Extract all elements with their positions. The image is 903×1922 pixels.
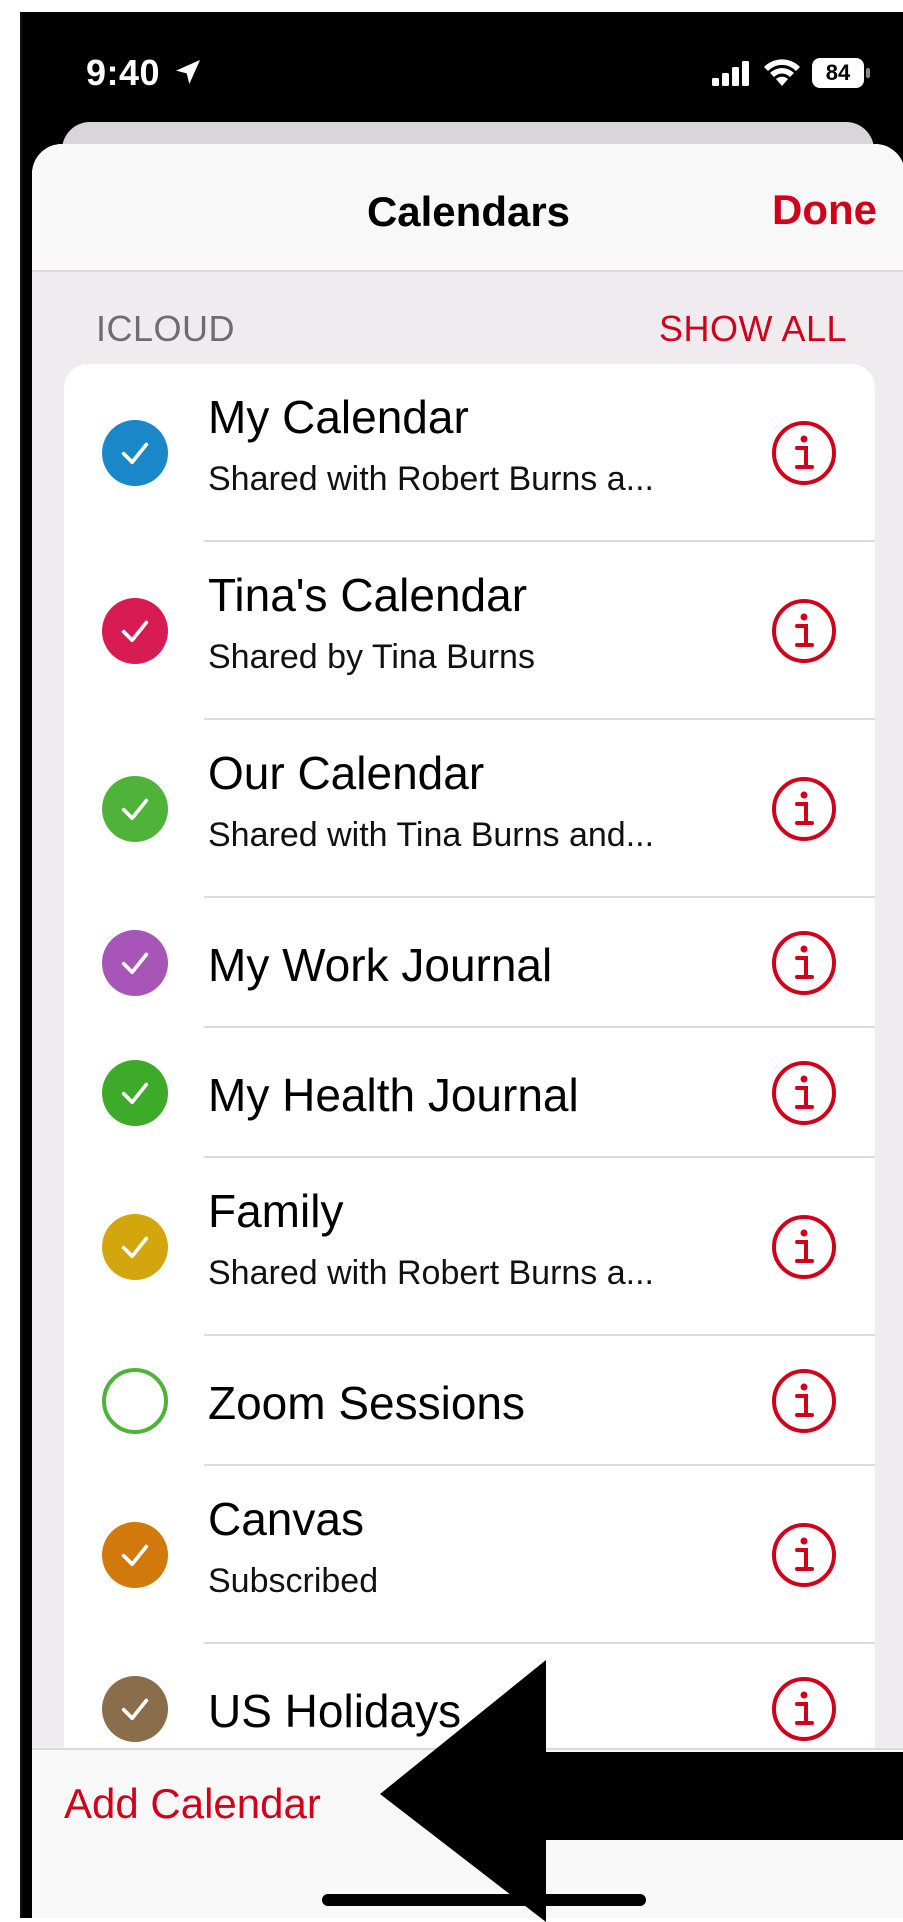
info-button[interactable]	[771, 598, 837, 664]
checkmark-circle-icon[interactable]	[102, 1214, 168, 1280]
location-arrow-icon	[176, 60, 200, 84]
cellular-signal-icon	[712, 61, 749, 86]
info-icon	[772, 931, 836, 995]
status-bar: 9:40 84	[22, 12, 903, 132]
status-time: 9:40	[86, 52, 161, 93]
info-button[interactable]	[771, 1368, 837, 1434]
checkmark-circle-icon[interactable]	[102, 776, 168, 842]
empty-circle-icon[interactable]	[102, 1368, 168, 1434]
info-button[interactable]	[771, 420, 837, 486]
battery-level: 84	[812, 58, 864, 88]
show-all-button[interactable]: SHOW ALL	[659, 308, 847, 350]
calendar-row[interactable]: My Work Journal	[64, 898, 875, 1028]
calendar-title: My Health Journal	[208, 1069, 579, 1121]
info-icon	[772, 1061, 836, 1125]
arrow-annotation-icon	[380, 1660, 903, 1922]
checkmark-circle-icon[interactable]	[102, 420, 168, 486]
checkmark-circle-icon[interactable]	[102, 1522, 168, 1588]
calendar-subtitle: Subscribed	[208, 1562, 379, 1600]
calendar-title: My Work Journal	[208, 939, 553, 991]
calendar-row[interactable]: Canvas Subscribed	[64, 1466, 875, 1644]
info-icon	[772, 421, 836, 485]
calendar-title: Our Calendar	[208, 747, 485, 799]
add-calendar-button[interactable]: Add Calendar	[64, 1780, 321, 1828]
calendar-subtitle: Shared with Tina Burns and...	[208, 816, 655, 854]
checkmark-circle-icon[interactable]	[102, 598, 168, 664]
calendar-subtitle: Shared with Robert Burns a...	[208, 1254, 655, 1292]
info-icon	[772, 1215, 836, 1279]
done-button[interactable]: Done	[772, 186, 877, 234]
calendar-subtitle: Shared by Tina Burns	[208, 638, 535, 676]
calendar-title: Family	[208, 1185, 344, 1237]
info-icon	[772, 1523, 836, 1587]
info-icon	[772, 599, 836, 663]
calendar-row[interactable]: Tina's Calendar Shared by Tina Burns	[64, 542, 875, 720]
info-icon	[772, 777, 836, 841]
battery-tip	[866, 68, 870, 78]
checkmark-circle-icon[interactable]	[102, 1060, 168, 1126]
calendar-row[interactable]: Zoom Sessions	[64, 1336, 875, 1466]
info-button[interactable]	[771, 776, 837, 842]
info-button[interactable]	[771, 930, 837, 996]
calendar-title: Zoom Sessions	[208, 1377, 526, 1429]
info-button[interactable]	[771, 1060, 837, 1126]
checkmark-circle-icon[interactable]	[102, 930, 168, 996]
battery-indicator: 84	[812, 58, 870, 88]
wifi-icon	[764, 59, 800, 86]
phone-screen: 9:40 84 Calendars Done ICLOUD SHOW ALL M…	[20, 12, 903, 1918]
calendar-title: Tina's Calendar	[208, 569, 528, 621]
calendar-row[interactable]: Family Shared with Robert Burns a...	[64, 1158, 875, 1336]
calendar-row[interactable]: My Calendar Shared with Robert Burns a...	[64, 364, 875, 542]
calendar-subtitle: Shared with Robert Burns a...	[208, 460, 655, 498]
info-button[interactable]	[771, 1214, 837, 1280]
nav-bar: Calendars Done	[32, 144, 903, 272]
calendar-title: My Calendar	[208, 391, 469, 443]
section-header-icloud: ICLOUD	[96, 308, 236, 349]
info-icon	[772, 1369, 836, 1433]
checkmark-circle-icon[interactable]	[102, 1676, 168, 1742]
info-button[interactable]	[771, 1522, 837, 1588]
calendar-row[interactable]: My Health Journal	[64, 1028, 875, 1158]
calendar-title: Canvas	[208, 1493, 364, 1545]
calendar-row[interactable]: Our Calendar Shared with Tina Burns and..…	[64, 720, 875, 898]
calendars-sheet: Calendars Done ICLOUD SHOW ALL My Calend…	[32, 144, 903, 1918]
